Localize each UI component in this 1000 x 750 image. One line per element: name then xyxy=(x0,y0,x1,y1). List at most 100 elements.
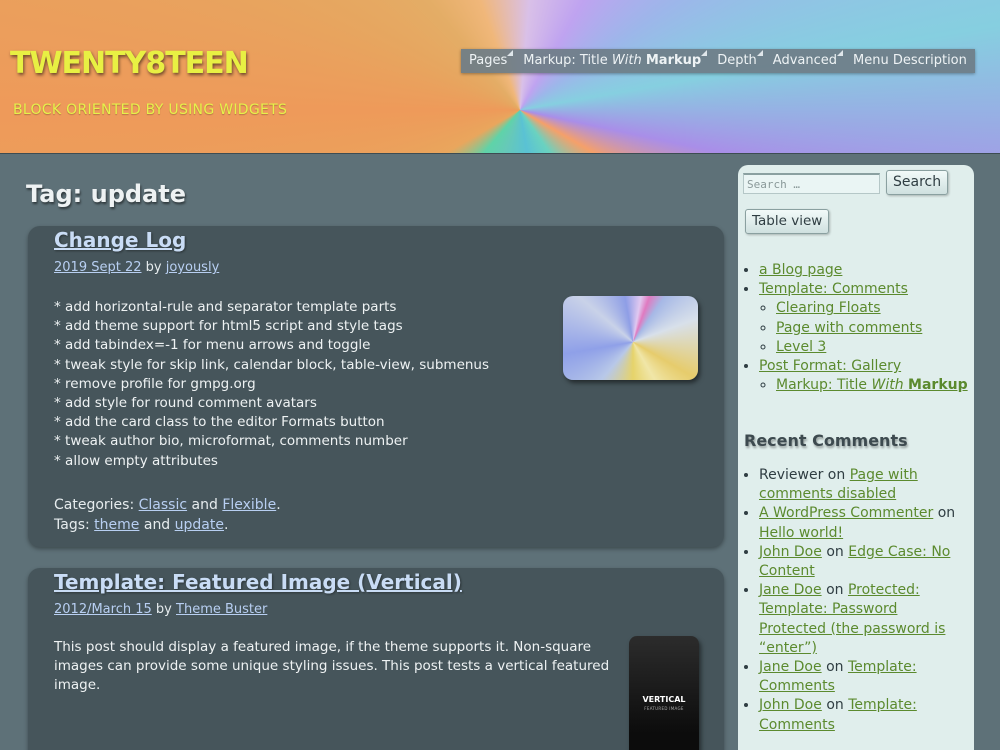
post-meta: 2019 Sept 22 by joyously xyxy=(54,260,219,275)
search-input[interactable]: Search … xyxy=(743,173,880,194)
thumbnail-text: VERTICAL xyxy=(642,695,686,704)
subpage-list: Markup: Title With Markup xyxy=(776,376,968,395)
changelog-line: * tweak style for skip link, calendar bl… xyxy=(54,356,490,373)
page-link[interactable]: Template: Comments xyxy=(759,281,908,297)
categories-label: Categories: xyxy=(54,497,135,513)
page-title: Tag: update xyxy=(26,180,186,208)
comment-author-link[interactable]: Jane Doe xyxy=(759,659,822,675)
list-item: Template: Comments Clearing Floats Page … xyxy=(759,280,968,357)
page-link-bold: Markup xyxy=(908,377,968,394)
menu-item-label-bold: Markup xyxy=(645,53,702,68)
comment-author-link[interactable]: John Doe xyxy=(759,697,822,713)
submenu-caret-icon xyxy=(507,50,514,56)
list-item: Level 3 xyxy=(776,338,968,357)
post-title-link[interactable]: Template: Featured Image (Vertical) xyxy=(54,570,462,594)
tags-label: Tags: xyxy=(54,516,90,533)
page-link[interactable]: Markup: Title With Markup xyxy=(776,377,968,393)
list-item: Page with comments xyxy=(776,319,968,338)
submenu-caret-icon xyxy=(701,50,708,56)
submenu-caret-icon xyxy=(837,50,844,56)
menu-item-label-em: With xyxy=(611,53,642,68)
changelog-line: * tweak author bio, microformat, comment… xyxy=(54,433,408,450)
comment-author: Reviewer xyxy=(759,467,824,483)
list-item: Post Format: Gallery Markup: Title With … xyxy=(759,357,968,395)
menu-item-menu-description[interactable]: Menu Description xyxy=(845,49,975,73)
page-link[interactable]: Level 3 xyxy=(776,339,826,355)
page-link[interactable]: Clearing Floats xyxy=(776,300,881,316)
post-author-link[interactable]: Theme Buster xyxy=(176,602,267,617)
list-item: Jane Doe on Template: Comments xyxy=(759,658,964,696)
sidebar: Search … Search Table view a Blog page T… xyxy=(738,165,974,750)
category-link[interactable]: Flexible xyxy=(222,497,276,513)
changelog-line: * add the card class to the editor Forma… xyxy=(54,414,385,431)
list-item: John Doe on Edge Case: No Content xyxy=(759,543,964,581)
menu-item-label: Advanced xyxy=(772,53,838,68)
featured-image-thumbnail[interactable]: VERTICAL FEATURED IMAGE xyxy=(629,636,699,750)
list-item: A WordPress Commenter on Hello world! xyxy=(759,504,964,542)
list-item: Reviewer on Page with comments disabled xyxy=(759,466,964,504)
post-card: Template: Featured Image (Vertical) 2012… xyxy=(28,568,724,750)
byline-text: by xyxy=(145,260,162,275)
comment-author-link[interactable]: John Doe xyxy=(759,544,822,560)
page-link[interactable]: a Blog page xyxy=(759,262,842,278)
recent-comments-heading: Recent Comments xyxy=(744,431,908,450)
main-menu: Pages Markup: Title With Markup Depth Ad… xyxy=(461,49,975,73)
menu-item-markup[interactable]: Markup: Title With Markup xyxy=(515,49,709,73)
byline-text: by xyxy=(155,602,172,617)
post-taxonomy: Categories: Classic and Flexible. Tags: … xyxy=(54,496,281,535)
thumbnail-subtext: FEATURED IMAGE xyxy=(644,706,684,711)
site-header: TWENTY8TEEN BLOCK ORIENTED BY USING WIDG… xyxy=(0,0,1000,154)
site-tagline: BLOCK ORIENTED BY USING WIDGETS xyxy=(13,102,288,118)
subpage-list: Clearing Floats Page with comments Level… xyxy=(776,299,968,357)
table-view-button[interactable]: Table view xyxy=(745,209,830,234)
post-content: This post should display a featured imag… xyxy=(54,639,610,694)
list-item: a Blog page xyxy=(759,261,968,280)
tag-link[interactable]: update xyxy=(175,517,224,533)
page-link-text: Markup: Title xyxy=(776,377,872,394)
changelog-line: * allow empty attributes xyxy=(54,452,218,469)
comment-author-link[interactable]: A WordPress Commenter xyxy=(759,505,933,521)
menu-item-label: Markup: Title xyxy=(523,53,612,68)
page-link[interactable]: Post Format: Gallery xyxy=(759,358,901,374)
list-item: John Doe on Template: Comments xyxy=(759,696,964,734)
and-text: and xyxy=(143,516,171,533)
comment-post-link[interactable]: Hello world! xyxy=(759,525,843,541)
featured-image-thumbnail[interactable] xyxy=(563,296,698,380)
submenu-caret-icon xyxy=(756,50,763,56)
post-title-link[interactable]: Change Log xyxy=(54,228,186,252)
list-item: Markup: Title With Markup xyxy=(776,376,968,395)
post-card: Change Log 2019 Sept 22 by joyously * ad… xyxy=(28,226,724,547)
post-author-link[interactable]: joyously xyxy=(166,260,220,275)
menu-item-pages[interactable]: Pages xyxy=(461,49,515,73)
changelog-line: * add horizontal-rule and separator temp… xyxy=(54,299,397,315)
on-text: on xyxy=(827,467,846,483)
changelog-line: * remove profile for gmpg.org xyxy=(54,375,256,392)
menu-item-depth[interactable]: Depth xyxy=(709,49,765,73)
post-date-link[interactable]: 2012/March 15 xyxy=(54,602,152,617)
menu-item-advanced[interactable]: Advanced xyxy=(765,49,845,73)
category-link[interactable]: Classic xyxy=(139,497,187,513)
list-item: Clearing Floats xyxy=(776,299,968,318)
changelog-line: * add theme support for html5 script and… xyxy=(54,318,403,335)
menu-item-label: Menu Description xyxy=(853,53,967,68)
list-item: Jane Doe on Protected: Template: Passwor… xyxy=(759,581,964,658)
menu-item-label: Depth xyxy=(717,53,757,68)
on-text: on xyxy=(826,582,844,599)
search-button[interactable]: Search xyxy=(886,170,949,195)
on-text: on xyxy=(937,505,956,522)
tag-link[interactable]: theme xyxy=(94,517,139,533)
page-link-em: With xyxy=(871,377,904,394)
tags-line: Tags: theme and update. xyxy=(54,516,229,533)
post-content: * add horizontal-rule and separator temp… xyxy=(54,298,544,471)
comment-author-link[interactable]: Jane Doe xyxy=(759,582,822,598)
post-date-link[interactable]: 2019 Sept 22 xyxy=(54,260,142,275)
site-title[interactable]: TWENTY8TEEN xyxy=(10,46,249,81)
changelog-line: * add tabindex=-1 for menu arrows and to… xyxy=(54,337,371,354)
categories-line: Categories: Classic and Flexible. xyxy=(54,497,281,513)
changelog-line: * add style for round comment avatars xyxy=(54,395,317,412)
on-text: on xyxy=(826,697,844,714)
on-text: on xyxy=(826,543,844,560)
pages-widget-list: a Blog page Template: Comments Clearing … xyxy=(759,261,968,395)
and-text: and xyxy=(191,497,218,513)
page-link[interactable]: Page with comments xyxy=(776,320,922,336)
